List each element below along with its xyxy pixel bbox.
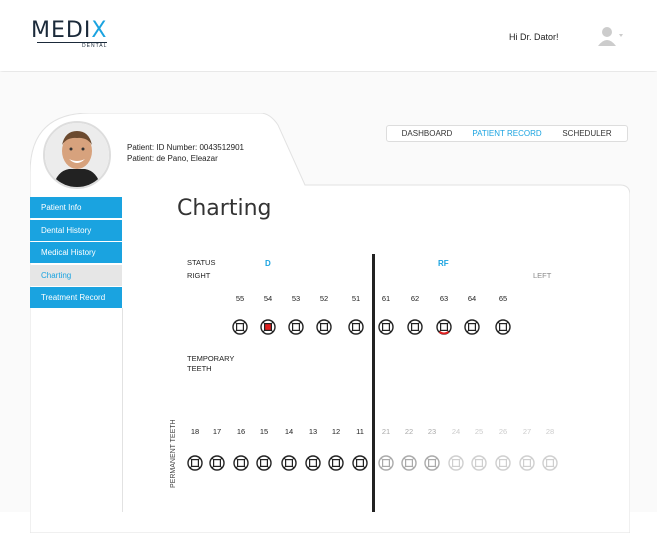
permanent-teeth-label-text: PERMANENT TEETH — [170, 419, 177, 488]
tooth-number: 52 — [319, 294, 329, 303]
status-label: STATUS — [187, 258, 216, 267]
tooth-number: 64 — [467, 294, 477, 303]
tab-patient-record[interactable]: PATIENT RECORD — [467, 126, 547, 141]
tooth-number: 53 — [291, 294, 301, 303]
tooth-number: 51 — [351, 294, 361, 303]
status-code-54: D — [265, 259, 271, 268]
main-tabs: DASHBOARD PATIENT RECORD SCHEDULER — [386, 125, 628, 142]
tooth-number: 55 — [235, 294, 245, 303]
tooth-52[interactable] — [316, 319, 332, 335]
patient-photo — [43, 121, 111, 189]
tooth-62[interactable] — [407, 319, 423, 335]
tooth-number: 28 — [545, 427, 555, 436]
midline-divider — [372, 254, 375, 512]
tooth-number: 65 — [498, 294, 508, 303]
tooth-number: 54 — [263, 294, 273, 303]
tooth-27[interactable] — [519, 455, 535, 471]
tooth-number: 14 — [284, 427, 294, 436]
tooth-14[interactable] — [281, 455, 297, 471]
tooth-number: 24 — [451, 427, 461, 436]
left-label: LEFT — [533, 271, 552, 280]
sidebar-divider — [122, 308, 123, 512]
tooth-17[interactable] — [209, 455, 225, 471]
right-label: RIGHT — [187, 271, 211, 280]
tooth-65[interactable] — [495, 319, 511, 335]
tooth-55[interactable] — [232, 319, 248, 335]
tooth-number: 26 — [498, 427, 508, 436]
top-bar: MEDIX DENTAL Hi Dr. Dator! — [0, 0, 657, 71]
tooth-12[interactable] — [328, 455, 344, 471]
patient-name: Patient: de Pano, Eleazar — [127, 154, 218, 163]
tab-dashboard[interactable]: DASHBOARD — [387, 126, 467, 141]
tooth-26[interactable] — [495, 455, 511, 471]
page-title: Charting — [177, 196, 272, 221]
temporary-teeth-label: TEMPORARY TEETH — [187, 354, 235, 373]
tooth-23[interactable] — [424, 455, 440, 471]
tooth-21[interactable] — [378, 455, 394, 471]
tooth-number: 27 — [522, 427, 532, 436]
tooth-63[interactable] — [436, 319, 452, 335]
tooth-54[interactable] — [260, 319, 276, 335]
tooth-number: 63 — [439, 294, 449, 303]
tooth-18[interactable] — [187, 455, 203, 471]
tooth-22[interactable] — [401, 455, 417, 471]
tooth-24[interactable] — [448, 455, 464, 471]
medix-logo[interactable]: MEDIX DENTAL — [31, 18, 108, 49]
tooth-61[interactable] — [378, 319, 394, 335]
logo-subtitle: DENTAL — [37, 42, 108, 49]
tooth-number: 21 — [381, 427, 391, 436]
permanent-teeth-label: PERMANENT TEETH — [170, 419, 177, 488]
greeting-text: Hi Dr. Dator! — [509, 32, 559, 42]
tooth-28[interactable] — [542, 455, 558, 471]
tooth-number: 23 — [427, 427, 437, 436]
patient-info-text: Patient: ID Number: 0043512901 Patient: … — [127, 142, 244, 164]
sidebar-item-treatment-record[interactable]: Treatment Record — [30, 287, 122, 309]
tooth-number: 12 — [331, 427, 341, 436]
tab-scheduler[interactable]: SCHEDULER — [547, 126, 627, 141]
tooth-51[interactable] — [348, 319, 364, 335]
tooth-53[interactable] — [288, 319, 304, 335]
tooth-number: 25 — [474, 427, 484, 436]
tooth-number: 22 — [404, 427, 414, 436]
tooth-25[interactable] — [471, 455, 487, 471]
tooth-number: 17 — [212, 427, 222, 436]
tooth-number: 62 — [410, 294, 420, 303]
tooth-number: 15 — [259, 427, 269, 436]
tooth-64[interactable] — [464, 319, 480, 335]
sidebar-item-medical-history[interactable]: Medical History — [30, 242, 122, 264]
tooth-number: 61 — [381, 294, 391, 303]
patient-avatar-image — [45, 123, 109, 187]
tooth-number: 11 — [356, 427, 364, 436]
sidebar-item-charting[interactable]: Charting — [30, 264, 122, 286]
tooth-number: 13 — [308, 427, 318, 436]
tooth-11[interactable] — [352, 455, 368, 471]
tooth-number: 18 — [190, 427, 200, 436]
tooth-13[interactable] — [305, 455, 321, 471]
user-menu[interactable] — [598, 26, 624, 46]
tooth-16[interactable] — [233, 455, 249, 471]
patient-id-number: Patient: ID Number: 0043512901 — [127, 143, 244, 152]
chevron-down-icon — [619, 34, 623, 37]
sidebar-item-dental-history[interactable]: Dental History — [30, 219, 122, 241]
tooth-15[interactable] — [256, 455, 272, 471]
user-icon — [598, 27, 623, 46]
sidebar: Patient Info Dental History Medical Hist… — [30, 197, 122, 310]
sidebar-item-patient-info[interactable]: Patient Info — [30, 197, 122, 218]
logo-text: MEDIX — [31, 18, 108, 43]
tooth-number: 16 — [236, 427, 246, 436]
status-code-63: RF — [438, 259, 449, 268]
